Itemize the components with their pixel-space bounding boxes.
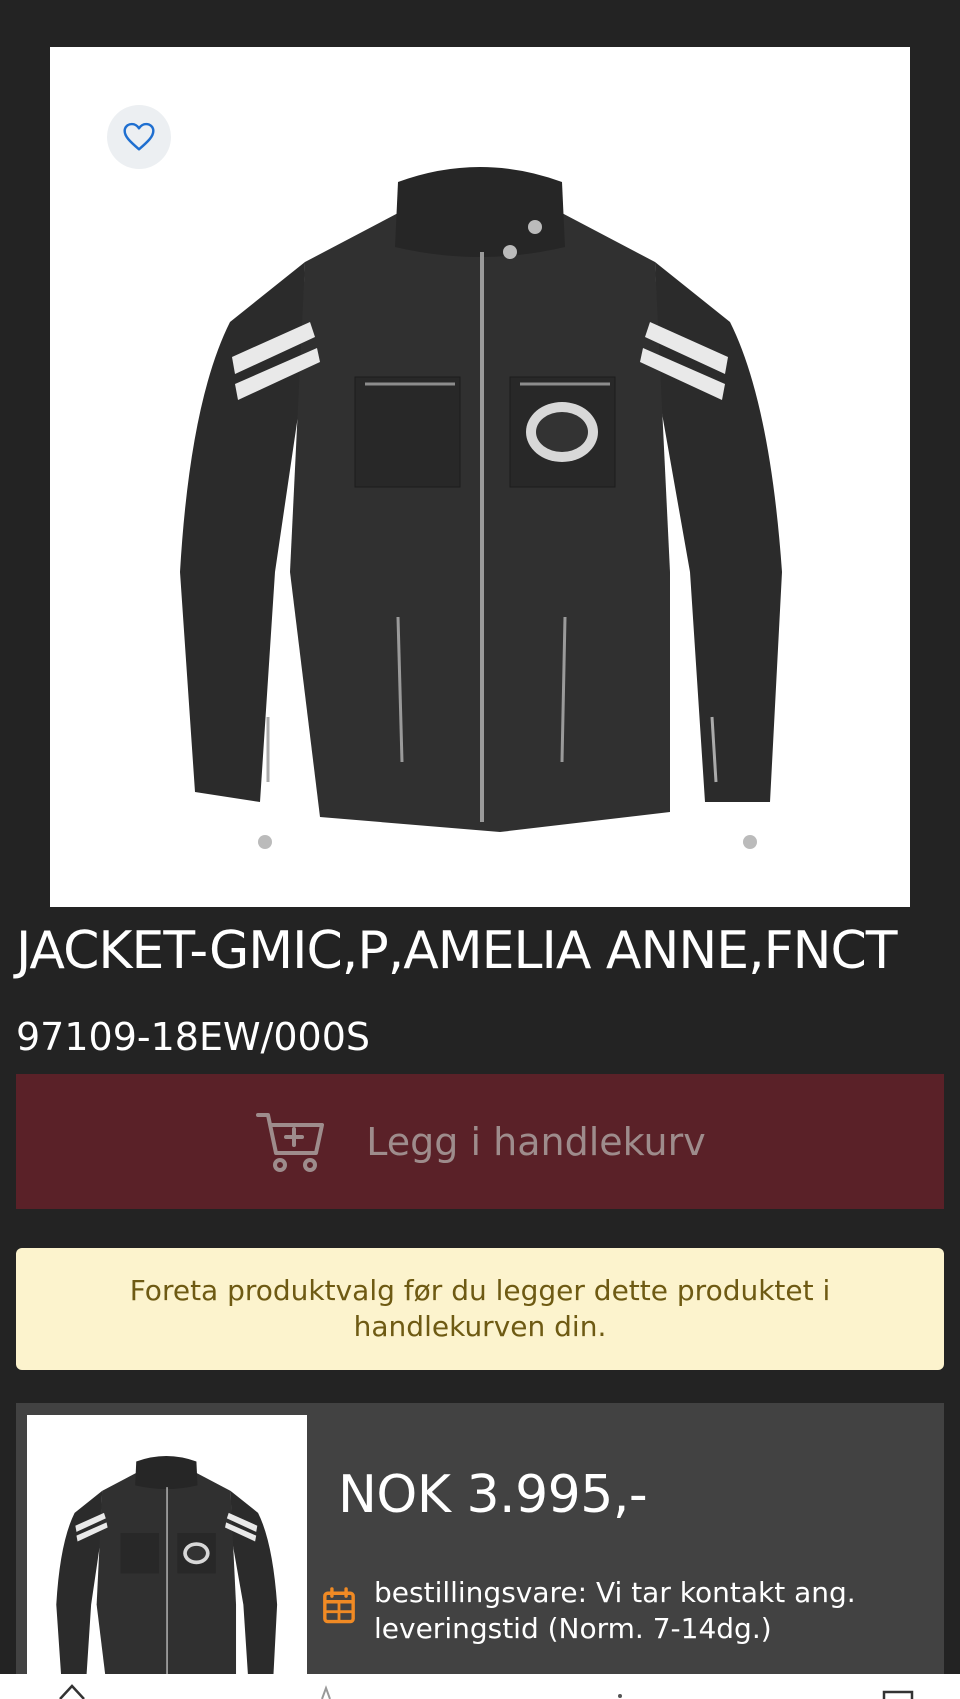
- product-sku: 97109-18EW/000S: [16, 1015, 370, 1059]
- cart-icon[interactable]: [880, 1674, 916, 1699]
- home-icon[interactable]: [56, 1674, 88, 1699]
- product-price: NOK 3.995,-: [338, 1465, 648, 1525]
- bottom-navigation: [0, 1674, 960, 1699]
- selection-notice-text: Foreta produktvalg før du legger dette p…: [129, 1274, 831, 1343]
- heart-icon: [123, 122, 155, 151]
- selection-notice: Foreta produktvalg før du legger dette p…: [16, 1248, 944, 1370]
- availability-info: bestillingsvare: Vi tar kontakt ang. lev…: [322, 1575, 922, 1647]
- menu-icon[interactable]: [610, 1674, 630, 1699]
- add-to-cart-label: Legg i handlekurv: [366, 1119, 706, 1164]
- price-card: NOK 3.995,- bestillingsvare: Vi tar kont…: [16, 1403, 944, 1699]
- product-title: JACKET-GMIC,P,AMELIA ANNE,FNCT: [16, 921, 898, 981]
- availability-text: bestillingsvare: Vi tar kontakt ang. lev…: [374, 1576, 856, 1645]
- favorite-button[interactable]: [107, 105, 171, 169]
- product-image[interactable]: [50, 47, 910, 907]
- product-thumbnail[interactable]: [27, 1415, 307, 1699]
- cart-plus-icon: [256, 1112, 325, 1172]
- calendar-icon: [323, 1587, 355, 1624]
- search-icon[interactable]: [316, 1674, 336, 1699]
- jacket-illustration: [180, 167, 782, 849]
- add-to-cart-button[interactable]: Legg i handlekurv: [16, 1074, 944, 1209]
- jacket-thumbnail-illustration: [56, 1456, 278, 1699]
